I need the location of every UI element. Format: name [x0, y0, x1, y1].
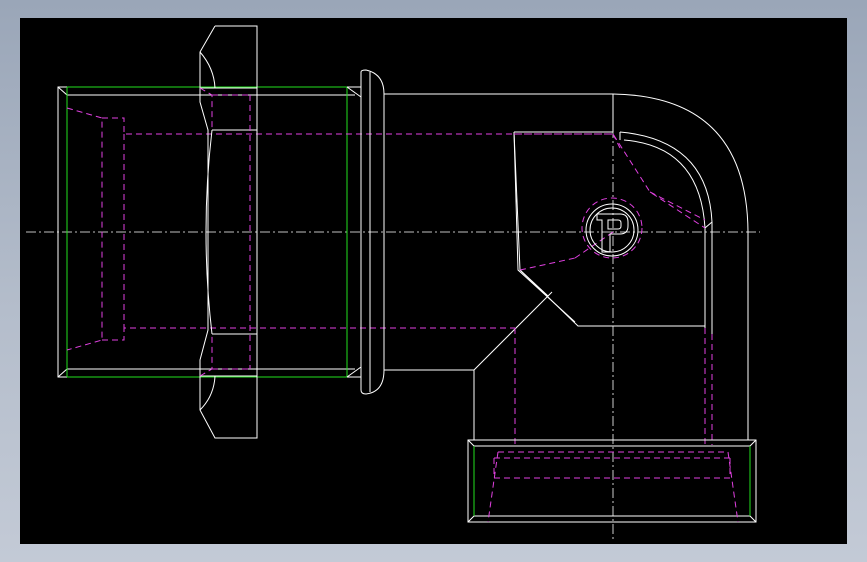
parker-p-logo-icon	[581, 197, 643, 259]
female-port	[467, 439, 757, 523]
elbow-body	[384, 93, 749, 440]
cad-viewport[interactable]	[20, 18, 847, 544]
male-end-hidden-bore	[66, 107, 613, 351]
pipe-fitting-drawing	[26, 25, 760, 540]
